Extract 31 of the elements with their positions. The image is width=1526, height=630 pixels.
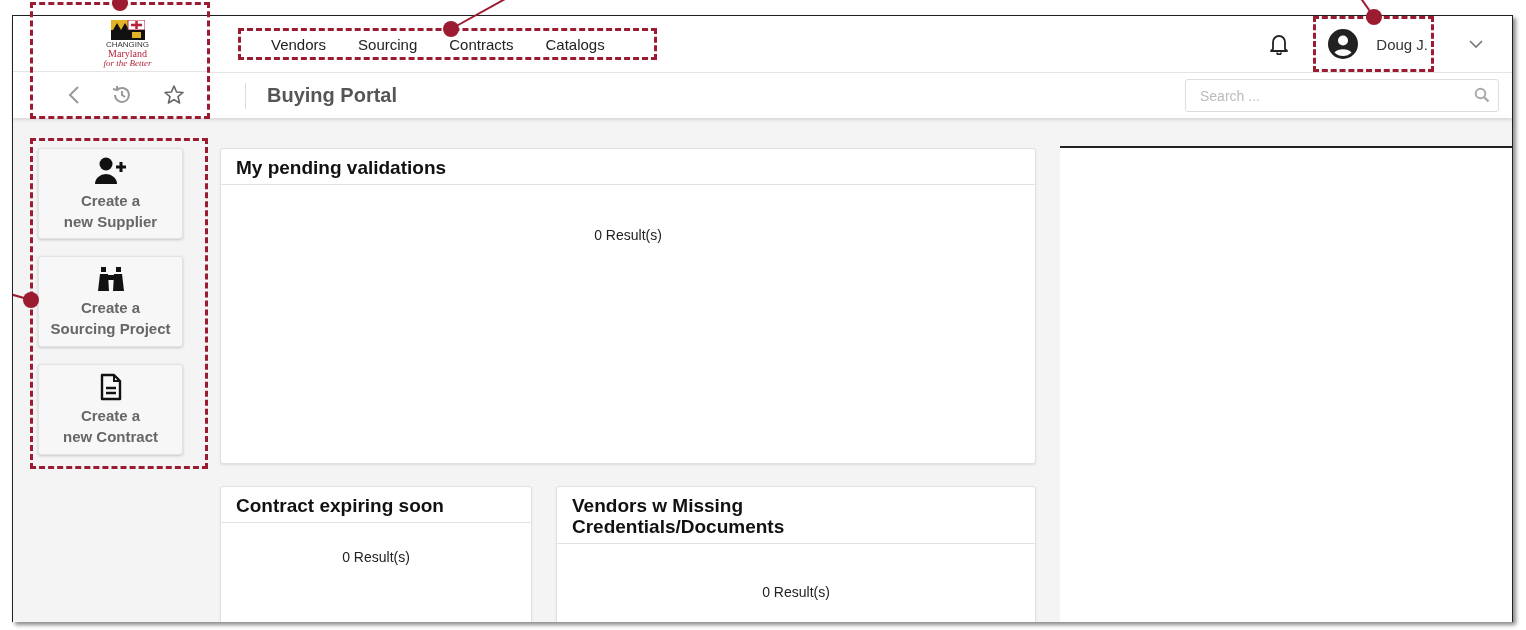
nav-link[interactable]: Catalogs: [545, 35, 605, 53]
back-icon[interactable]: [67, 85, 81, 106]
widget-title: Vendors w Missing Credentials/Documents: [572, 495, 786, 537]
page-title: Buying Portal: [267, 84, 397, 107]
nav-link[interactable]: Contracts: [449, 35, 514, 53]
create-button[interactable]: Create a new Supplier: [38, 148, 183, 239]
chevron-down-icon[interactable]: [1468, 39, 1484, 49]
widget-title: Contract expiring soon: [236, 495, 445, 516]
flag-logo-icon: [110, 19, 145, 40]
binoculars-icon: [96, 264, 125, 293]
create-button[interactable]: Create a new Contract: [38, 364, 183, 455]
logo-text: CHANGING: [105, 40, 150, 49]
person-plus-icon: [93, 155, 128, 186]
logo-text: for the Better: [103, 58, 152, 68]
callout-dot: [1365, 9, 1382, 25]
logo-text: Maryland: [108, 48, 147, 59]
create-button[interactable]: Create a Sourcing Project: [38, 256, 183, 347]
nav-link[interactable]: Vendors: [271, 35, 327, 53]
document-icon: [99, 372, 122, 401]
nav-link[interactable]: Sourcing: [358, 35, 418, 53]
search-icon[interactable]: [1474, 87, 1490, 103]
result-count: 0 Result(s): [342, 549, 410, 565]
result-count: 0 Result(s): [762, 584, 830, 600]
widget-title: My pending validations: [236, 157, 448, 178]
star-icon[interactable]: [163, 84, 185, 107]
user-name[interactable]: Doug J.: [1376, 35, 1428, 53]
bell-icon[interactable]: [1269, 33, 1290, 55]
result-count: 0 Result(s): [594, 227, 662, 243]
search-field[interactable]: Search ...: [1185, 79, 1499, 112]
avatar-icon: [1328, 29, 1359, 59]
callout-dot: [23, 291, 39, 308]
